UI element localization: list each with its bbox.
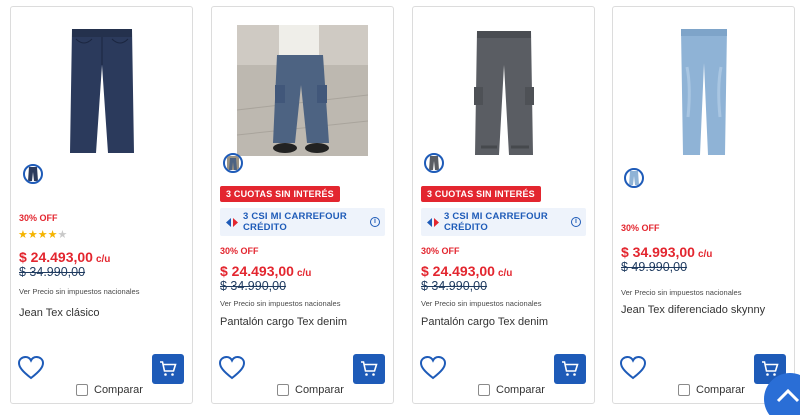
old-price: $ 49.990,00 <box>621 260 688 274</box>
cart-icon <box>160 361 177 376</box>
jeans-image <box>69 29 134 153</box>
price-unit: c/u <box>95 254 111 265</box>
price-value: $ 34.993,00 <box>621 244 695 260</box>
price-unit: c/u <box>497 268 513 279</box>
carrefour-logo-icon <box>427 217 439 227</box>
color-swatch[interactable] <box>223 153 243 173</box>
tax-note-link[interactable]: Ver Precio sin impuestos nacionales <box>621 288 741 297</box>
price: $ 24.493,00 c/u <box>19 249 110 265</box>
compare-toggle[interactable]: Comparar <box>76 384 143 396</box>
cargo-pants-photo <box>237 25 368 156</box>
heart-icon[interactable] <box>18 356 44 380</box>
compare-toggle[interactable]: Comparar <box>277 384 344 396</box>
cart-icon <box>361 361 378 376</box>
discount-label: 30% OFF <box>19 213 58 223</box>
scroll-up-icon <box>776 388 800 403</box>
product-card[interactable]: 3 CUOTAS SIN INTERÉS 3 CSI MI CARREFOUR … <box>211 6 394 404</box>
discount-label: 30% OFF <box>621 223 660 233</box>
compare-checkbox[interactable] <box>277 384 289 396</box>
color-swatch[interactable] <box>624 168 644 188</box>
price-value: $ 24.493,00 <box>220 263 294 279</box>
discount-label: 30% OFF <box>220 246 259 256</box>
scroll-to-top-button[interactable] <box>764 373 800 415</box>
carrefour-logo-icon <box>226 217 238 227</box>
rating-stars: ★★★★★ <box>18 229 68 241</box>
swatch-light-jeans-icon <box>629 171 639 185</box>
swatch-grey-jeans-icon <box>429 156 439 170</box>
compare-label: Comparar <box>94 384 143 396</box>
swatch-cargo-icon <box>227 156 239 170</box>
price: $ 24.493,00 c/u <box>421 263 512 279</box>
price-unit: c/u <box>697 249 713 260</box>
price-value: $ 24.493,00 <box>421 263 495 279</box>
compare-label: Comparar <box>496 384 545 396</box>
discount-label: 30% OFF <box>421 246 460 256</box>
product-image[interactable] <box>212 25 393 156</box>
product-image[interactable] <box>613 27 794 157</box>
price-unit: c/u <box>296 268 312 279</box>
credit-promo: 3 CSI MI CARREFOUR CRÉDITO i <box>220 208 385 236</box>
color-swatch[interactable] <box>424 153 444 173</box>
product-card[interactable]: 30% OFF $ 34.993,00 c/u $ 49.990,00 Ver P… <box>612 6 795 404</box>
product-card[interactable]: 3 CUOTAS SIN INTERÉS 3 CSI MI CARREFOUR … <box>412 6 595 404</box>
old-price: $ 34.990,00 <box>421 279 488 293</box>
product-image[interactable] <box>11 25 192 155</box>
tax-note-link[interactable]: Ver Precio sin impuestos nacionales <box>19 287 139 296</box>
installments-badge: 3 CUOTAS SIN INTERÉS <box>220 186 340 202</box>
credit-promo-text: 3 CSI MI CARREFOUR CRÉDITO <box>444 211 548 233</box>
compare-toggle[interactable]: Comparar <box>478 384 545 396</box>
skinny-jeans-image <box>680 29 727 155</box>
product-card[interactable]: 30% OFF ★★★★★ $ 24.493,00 c/u $ 34.990,00… <box>10 6 193 404</box>
cargo-jeans-image <box>473 31 534 155</box>
price-value: $ 24.493,00 <box>19 249 93 265</box>
old-price: $ 34.990,00 <box>19 265 86 279</box>
add-to-cart-button[interactable] <box>152 354 184 384</box>
old-price: $ 34.990,00 <box>220 279 287 293</box>
price: $ 24.493,00 c/u <box>220 263 311 279</box>
swatch-jeans-icon <box>28 167 38 181</box>
compare-label: Comparar <box>295 384 344 396</box>
product-title[interactable]: Jean Tex diferenciado skynny <box>621 304 765 316</box>
credit-promo: 3 CSI MI CARREFOUR CRÉDITO i <box>421 208 586 236</box>
color-swatch[interactable] <box>23 164 43 184</box>
cart-icon <box>562 361 579 376</box>
installments-badge: 3 CUOTAS SIN INTERÉS <box>421 186 541 202</box>
product-title[interactable]: Pantalón cargo Tex denim <box>220 316 347 328</box>
tax-note-link[interactable]: Ver Precio sin impuestos nacionales <box>421 299 541 308</box>
heart-icon[interactable] <box>620 356 646 380</box>
price: $ 34.993,00 c/u <box>621 244 712 260</box>
product-image[interactable] <box>413 29 594 157</box>
credit-promo-text: 3 CSI MI CARREFOUR CRÉDITO <box>243 211 347 233</box>
add-to-cart-button[interactable] <box>353 354 385 384</box>
compare-toggle[interactable]: Comparar <box>678 384 745 396</box>
compare-checkbox[interactable] <box>678 384 690 396</box>
compare-checkbox[interactable] <box>478 384 490 396</box>
add-to-cart-button[interactable] <box>554 354 586 384</box>
tax-note-link[interactable]: Ver Precio sin impuestos nacionales <box>220 299 340 308</box>
compare-label: Comparar <box>696 384 745 396</box>
heart-icon[interactable] <box>420 356 446 380</box>
info-icon[interactable]: i <box>370 217 380 227</box>
compare-checkbox[interactable] <box>76 384 88 396</box>
info-icon[interactable]: i <box>571 217 581 227</box>
product-title[interactable]: Pantalón cargo Tex denim <box>421 316 548 328</box>
heart-icon[interactable] <box>219 356 245 380</box>
product-title[interactable]: Jean Tex clásico <box>19 307 100 319</box>
